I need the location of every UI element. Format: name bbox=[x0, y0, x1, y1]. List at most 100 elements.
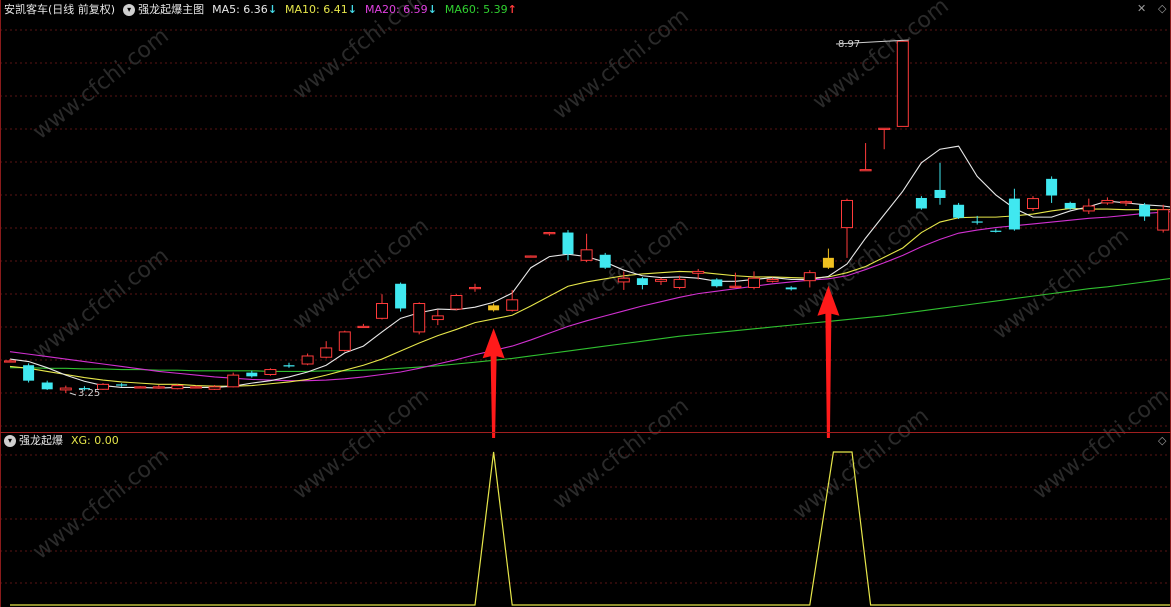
candle-body bbox=[59, 387, 72, 391]
candle-body bbox=[376, 303, 388, 319]
diamond-icon[interactable]: ◇ bbox=[1158, 434, 1166, 447]
candle-body bbox=[116, 384, 128, 386]
candle-body bbox=[1120, 201, 1132, 204]
candle-body bbox=[878, 127, 891, 130]
signal-candle bbox=[488, 305, 500, 311]
candle-body bbox=[1046, 178, 1058, 196]
ma60-value: MA60: 5.39 bbox=[444, 3, 508, 16]
candle-body bbox=[524, 255, 537, 258]
candle-body bbox=[413, 303, 426, 333]
candle-body bbox=[171, 385, 184, 390]
ma20-value: MA20: 6.59 bbox=[364, 3, 428, 16]
candle-body bbox=[190, 386, 202, 389]
candle-body bbox=[729, 285, 742, 288]
candle-body bbox=[134, 386, 147, 389]
candle-body bbox=[934, 189, 946, 198]
candle-body bbox=[953, 204, 965, 218]
pane-divider[interactable] bbox=[0, 432, 1171, 433]
watermark-text: www.cfchi.com bbox=[28, 243, 173, 364]
ma60-arrow-icon: ↑ bbox=[507, 3, 517, 16]
candle-body bbox=[617, 277, 630, 283]
main-price-chart[interactable]: www.cfchi.com www.cfchi.com www.cfchi.com w… bbox=[0, 0, 1171, 607]
ma5-line bbox=[9, 145, 1171, 389]
left-border bbox=[0, 0, 1, 607]
diamond-icon[interactable]: ◇ bbox=[1158, 2, 1166, 15]
stock-chart-window: www.cfchi.com www.cfchi.com www.cfchi.com w… bbox=[0, 0, 1171, 607]
candle-body bbox=[971, 221, 983, 223]
watermark-text: www.cfchi.com bbox=[28, 443, 173, 564]
candle-body bbox=[636, 278, 648, 286]
candle-body bbox=[915, 197, 927, 209]
candle-body bbox=[264, 369, 277, 375]
candle-body bbox=[580, 249, 593, 261]
candle-body bbox=[896, 40, 909, 127]
ma5-arrow-icon: ↓ bbox=[267, 3, 278, 16]
watermark-text: www.cfchi.com bbox=[808, 0, 953, 115]
candle-body bbox=[1082, 205, 1095, 212]
watermark-text: www.cfchi.com bbox=[1028, 383, 1171, 504]
stock-title[interactable]: 安凯客车(日线 前复权) bbox=[4, 3, 115, 17]
candle-body bbox=[692, 270, 705, 274]
sub-indicator-name[interactable]: 强龙起爆 bbox=[19, 434, 63, 448]
high-price-label: 8.97 bbox=[838, 39, 861, 50]
candle-body bbox=[1027, 198, 1039, 209]
candle-body bbox=[1157, 209, 1170, 231]
candle-body bbox=[152, 386, 165, 389]
watermark-text: www.cfchi.com bbox=[788, 403, 933, 524]
candle-body bbox=[227, 374, 240, 388]
low-price-label: 3.25 bbox=[78, 388, 101, 399]
main-indicator-name[interactable]: 强龙起爆主图 bbox=[138, 3, 204, 17]
candle-body bbox=[1064, 202, 1076, 209]
chevron-down-icon[interactable]: ▾ bbox=[123, 4, 136, 16]
candle-body bbox=[673, 278, 686, 288]
candle-body bbox=[208, 386, 221, 390]
candle-body bbox=[990, 230, 1002, 232]
sub-header: ▾ 强龙起爆 XG: 0.00 bbox=[4, 434, 119, 448]
candle-body bbox=[711, 279, 723, 287]
candle-body bbox=[450, 294, 463, 310]
signal-arrow-icon bbox=[482, 328, 505, 438]
candle-body bbox=[599, 254, 611, 268]
signal-candle bbox=[822, 257, 834, 268]
candle-body bbox=[748, 277, 760, 288]
ma60-line bbox=[10, 277, 1171, 372]
candle-body bbox=[41, 382, 53, 390]
candle-body bbox=[283, 365, 295, 367]
watermark-text: www.cfchi.com bbox=[548, 393, 693, 514]
candle-body bbox=[338, 331, 351, 351]
candle-body bbox=[1101, 199, 1114, 204]
candle-body bbox=[859, 169, 872, 172]
watermark-text: www.cfchi.com bbox=[28, 23, 173, 144]
candle-body bbox=[469, 286, 481, 290]
watermark-text: www.cfchi.com bbox=[288, 213, 433, 334]
ma10-value: MA10: 6.41 bbox=[285, 3, 348, 16]
candle-body bbox=[1139, 204, 1151, 217]
candle-body bbox=[562, 232, 574, 255]
close-icon[interactable]: ✕ bbox=[1137, 2, 1146, 15]
signal-arrow-icon bbox=[817, 285, 840, 438]
candle-body bbox=[785, 287, 797, 290]
candle-body bbox=[4, 360, 16, 363]
candle-body bbox=[543, 232, 556, 235]
candle-body bbox=[395, 283, 407, 309]
watermark-text: www.cfchi.com bbox=[548, 213, 693, 334]
candle-body bbox=[357, 325, 370, 329]
main-header: 安凯客车(日线 前复权) ▾ 强龙起爆主图 MA5: 6.36 ↓ MA10: … bbox=[4, 3, 517, 17]
candle-body bbox=[301, 355, 314, 365]
candle-body bbox=[655, 278, 667, 282]
candle-body bbox=[803, 272, 816, 282]
xg-value: XG: 0.00 bbox=[71, 434, 119, 447]
candle-body bbox=[23, 365, 35, 381]
ma5-value: MA5: 6.36 bbox=[212, 3, 268, 16]
chevron-down-icon[interactable]: ▾ bbox=[4, 435, 16, 447]
candle-body bbox=[1008, 198, 1020, 230]
ma20-arrow-icon: ↓ bbox=[427, 3, 437, 16]
candle-body bbox=[431, 315, 444, 321]
candle-body bbox=[320, 347, 333, 358]
candle-body bbox=[841, 199, 853, 229]
candle-body bbox=[246, 372, 258, 377]
candle-body bbox=[766, 278, 779, 282]
watermark-text: www.cfchi.com bbox=[788, 203, 933, 324]
watermark-text: www.cfchi.com bbox=[548, 3, 693, 124]
candle-body bbox=[506, 299, 519, 311]
